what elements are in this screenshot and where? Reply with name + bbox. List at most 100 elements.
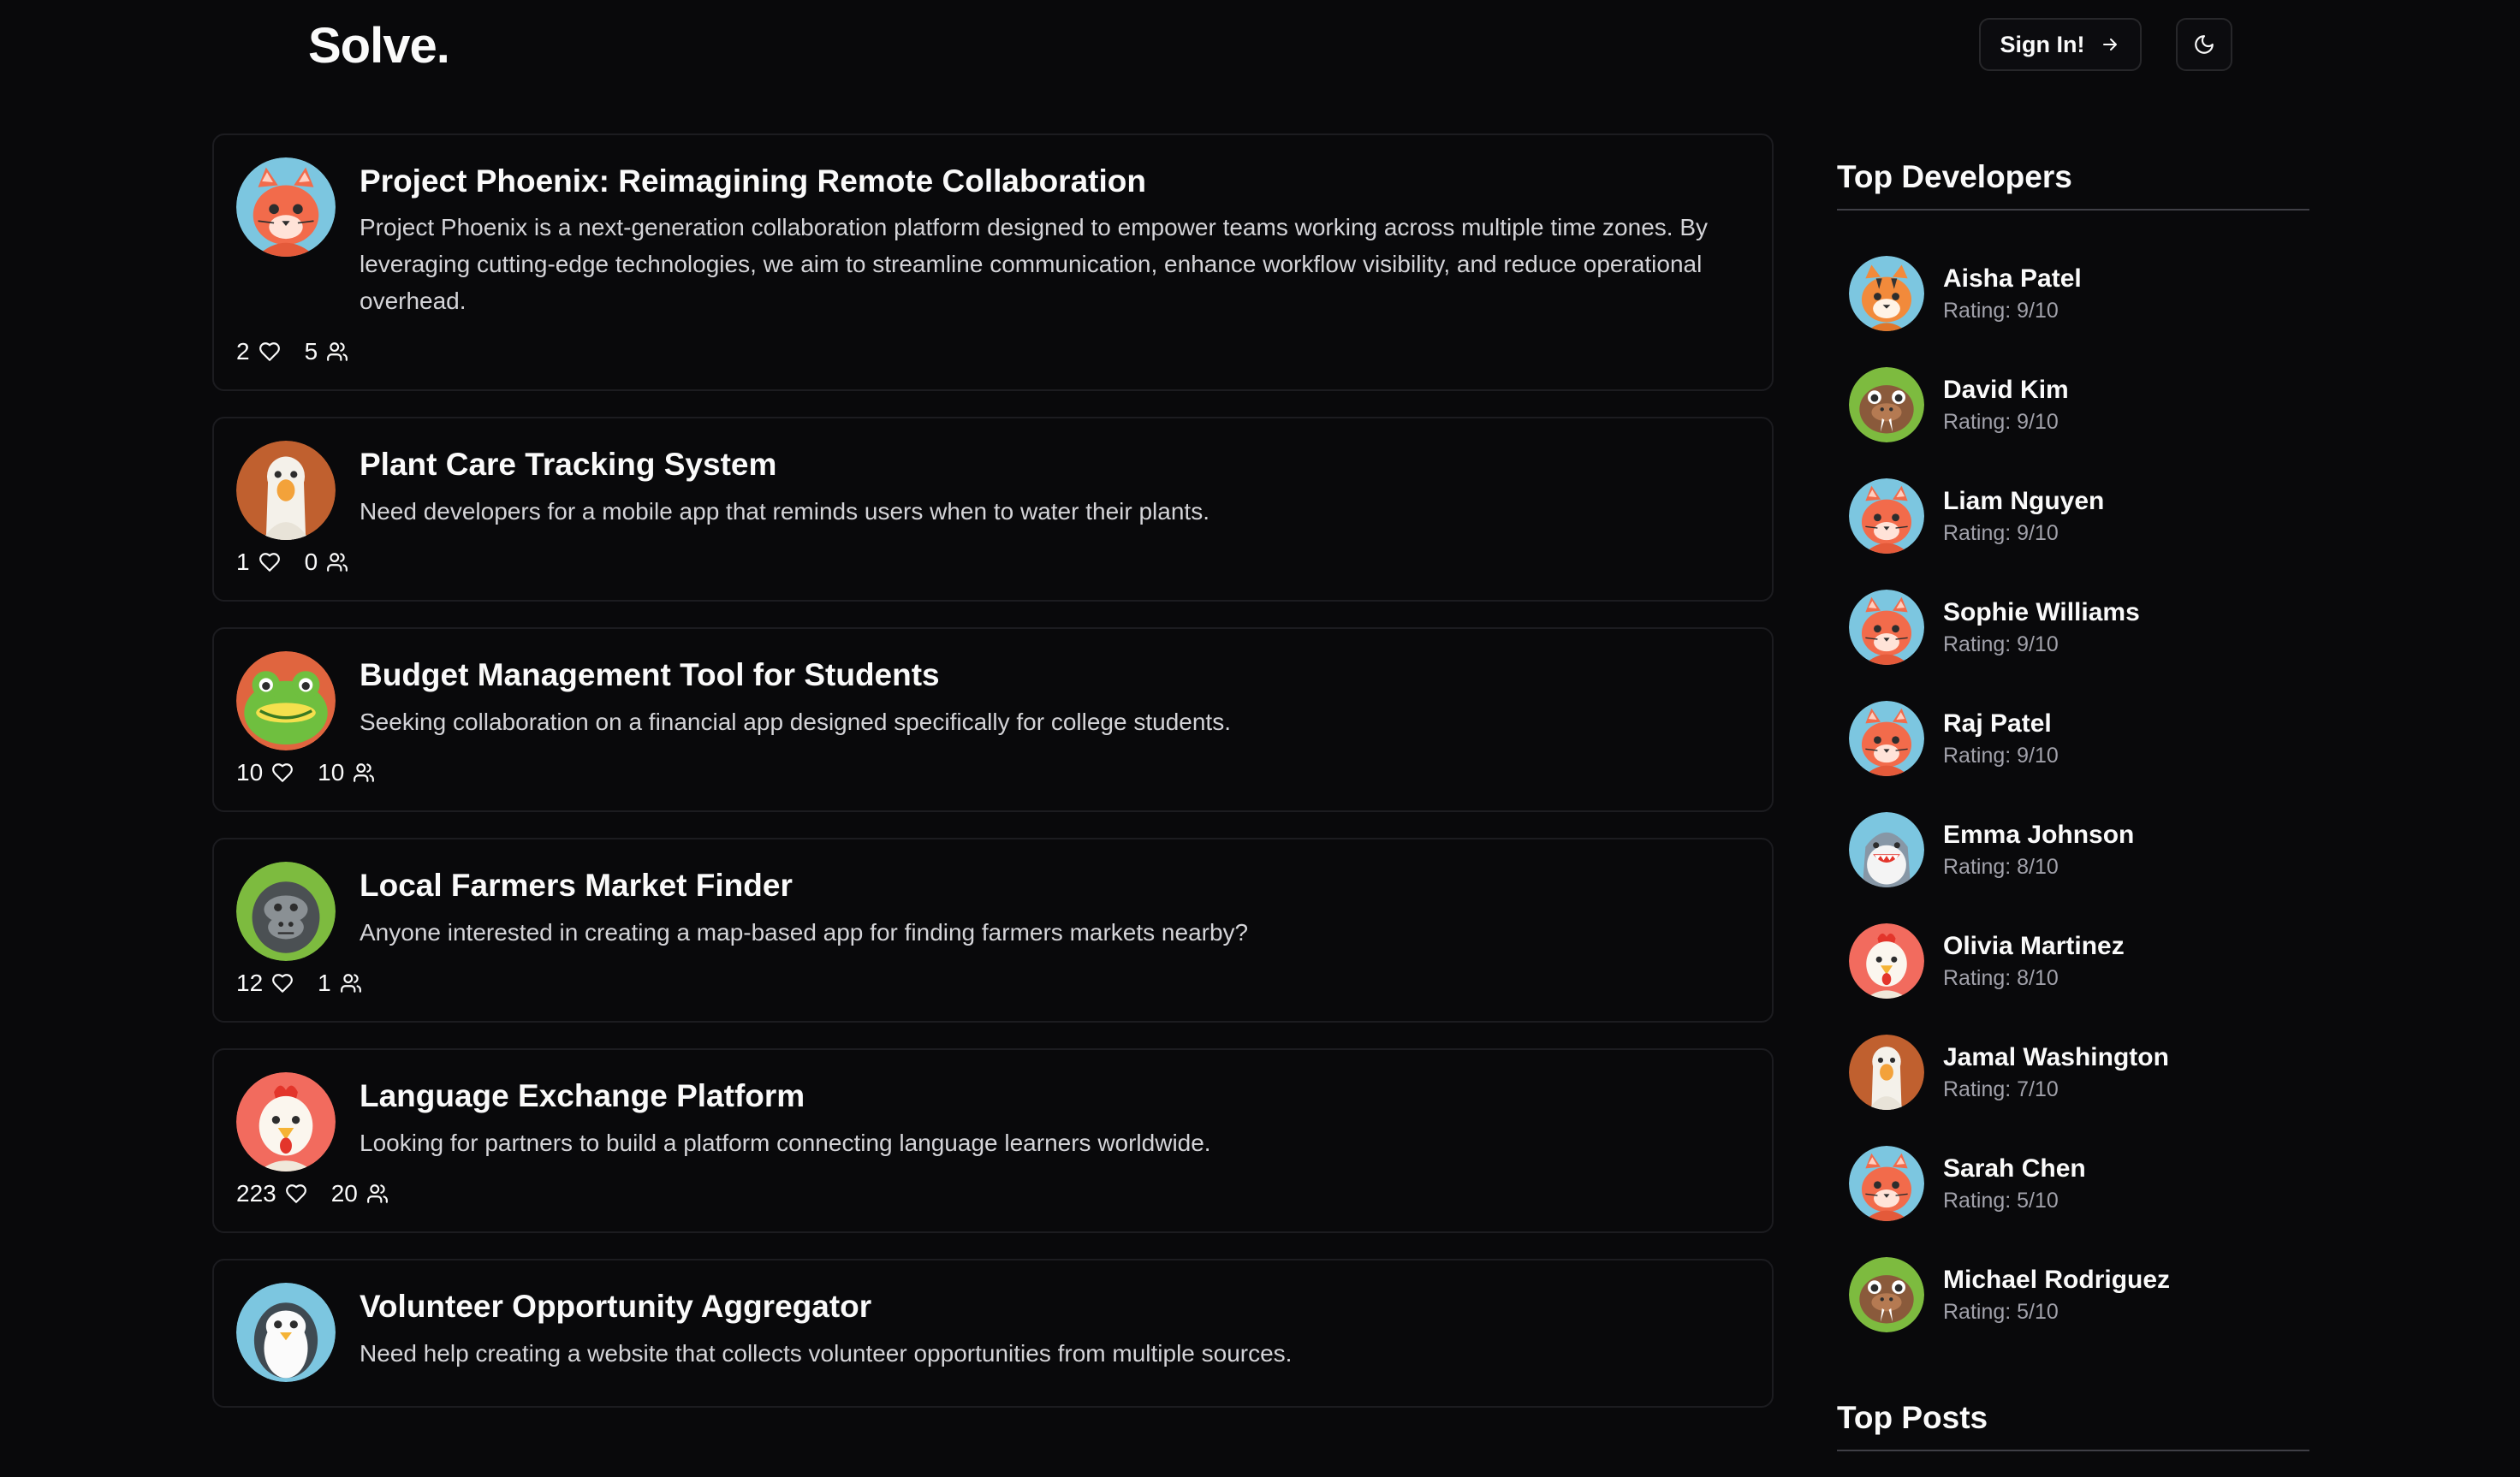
- developer-list: Aisha Patel Rating: 9/10 David Kim Ratin…: [1837, 238, 2309, 1350]
- cat-avatar-icon: [1849, 478, 1924, 554]
- member-count-value: 20: [330, 1180, 358, 1207]
- site-logo[interactable]: Solve.: [308, 17, 450, 74]
- moon-icon: [2195, 35, 2214, 54]
- post-title[interactable]: Volunteer Opportunity Aggregator: [360, 1288, 1750, 1326]
- developer-name: Jamal Washington: [1943, 1042, 2169, 1071]
- post-description: Looking for partners to build a platform…: [360, 1129, 1211, 1156]
- heart-icon: [271, 762, 294, 784]
- post-card[interactable]: Language Exchange Platform Looking for p…: [212, 1048, 1774, 1234]
- post-title[interactable]: Project Phoenix: Reimagining Remote Coll…: [360, 163, 1750, 200]
- developer-rating: Rating: 9/10: [1943, 743, 2059, 768]
- post-description: Project Phoenix is a next-generation col…: [360, 214, 1708, 315]
- developer-rating: Rating: 9/10: [1943, 520, 2059, 545]
- post-card[interactable]: Project Phoenix: Reimagining Remote Coll…: [212, 133, 1774, 392]
- member-count[interactable]: 1: [318, 970, 362, 997]
- post-title[interactable]: Plant Care Tracking System: [360, 446, 1750, 483]
- post-stats: 12 1: [236, 970, 1750, 997]
- users-icon: [326, 341, 348, 363]
- top-header: Solve. Sign In!: [0, 0, 2520, 94]
- post-description: Need developers for a mobile app that re…: [360, 497, 1209, 525]
- member-count-value: 10: [318, 759, 345, 786]
- shark-avatar-icon: [1849, 812, 1924, 887]
- member-count[interactable]: 10: [318, 759, 375, 786]
- post-stats: 2 5: [236, 338, 1750, 365]
- penguin-avatar-icon: [236, 1283, 336, 1382]
- tiger-avatar-icon: [1849, 256, 1924, 331]
- users-icon: [353, 762, 375, 784]
- post-title[interactable]: Local Farmers Market Finder: [360, 867, 1750, 905]
- post-description: Need help creating a website that collec…: [360, 1339, 1293, 1367]
- developer-item[interactable]: Sarah Chen Rating: 5/10: [1837, 1128, 2309, 1239]
- developer-rating: Rating: 8/10: [1943, 965, 2059, 990]
- developer-name: David Kim: [1943, 375, 2069, 404]
- users-icon: [340, 972, 362, 994]
- member-count-value: 1: [318, 970, 331, 997]
- member-count[interactable]: 5: [305, 338, 349, 365]
- developer-rating: Rating: 5/10: [1943, 1299, 2059, 1324]
- developer-name: Michael Rodriguez: [1943, 1265, 2171, 1294]
- users-icon: [326, 551, 348, 573]
- member-count[interactable]: 0: [305, 549, 349, 576]
- developer-name: Emma Johnson: [1943, 820, 2135, 849]
- post-title[interactable]: Language Exchange Platform: [360, 1077, 1750, 1115]
- developer-name: Sarah Chen: [1943, 1154, 2086, 1183]
- developer-name: Sophie Williams: [1943, 597, 2140, 626]
- post-card[interactable]: Plant Care Tracking System Need develope…: [212, 417, 1774, 602]
- developer-rating: Rating: 7/10: [1943, 1077, 2059, 1101]
- like-count-value: 223: [236, 1180, 276, 1207]
- developer-item[interactable]: Emma Johnson Rating: 8/10: [1837, 794, 2309, 905]
- like-count-value: 10: [236, 759, 264, 786]
- like-count[interactable]: 223: [236, 1180, 307, 1207]
- cat-avatar-icon: [1849, 590, 1924, 665]
- heart-icon: [259, 551, 281, 573]
- developer-name: Raj Patel: [1943, 709, 2052, 738]
- developer-rating: Rating: 9/10: [1943, 632, 2059, 656]
- like-count-value: 12: [236, 970, 264, 997]
- post-card[interactable]: Local Farmers Market Finder Anyone inter…: [212, 838, 1774, 1023]
- developer-item[interactable]: Raj Patel Rating: 9/10: [1837, 683, 2309, 794]
- post-feed: Project Phoenix: Reimagining Remote Coll…: [212, 133, 1774, 1433]
- like-count-value: 1: [236, 549, 250, 576]
- member-count[interactable]: 20: [331, 1180, 389, 1207]
- like-count[interactable]: 2: [236, 338, 281, 365]
- developer-item[interactable]: Aisha Patel Rating: 9/10: [1837, 238, 2309, 349]
- developer-rating: Rating: 5/10: [1943, 1188, 2059, 1213]
- users-icon: [366, 1183, 389, 1205]
- like-count[interactable]: 12: [236, 970, 294, 997]
- developer-name: Liam Nguyen: [1943, 486, 2105, 515]
- developer-rating: Rating: 9/10: [1943, 298, 2059, 323]
- cat-avatar-icon: [1849, 701, 1924, 776]
- walrus-avatar-icon: [1849, 367, 1924, 442]
- post-title[interactable]: Budget Management Tool for Students: [360, 656, 1750, 694]
- post-card[interactable]: Volunteer Opportunity Aggregator Need he…: [212, 1259, 1774, 1409]
- walrus-avatar-icon: [1849, 1257, 1924, 1332]
- developer-item[interactable]: Liam Nguyen Rating: 9/10: [1837, 460, 2309, 572]
- sign-in-button[interactable]: Sign In!: [1979, 18, 2142, 71]
- like-count[interactable]: 1: [236, 549, 281, 576]
- top-posts-heading: Top Posts: [1837, 1400, 2309, 1451]
- like-count-value: 2: [236, 338, 250, 365]
- sign-in-label: Sign In!: [2000, 31, 2085, 57]
- chicken-avatar-icon: [1849, 923, 1924, 999]
- developer-item[interactable]: David Kim Rating: 9/10: [1837, 349, 2309, 460]
- arrow-right-icon: [2103, 39, 2118, 50]
- cat-avatar-icon: [1849, 1146, 1924, 1221]
- post-description: Anyone interested in creating a map-base…: [360, 918, 1249, 946]
- right-sidebar: Top Developers Aisha Patel Rating: 9/10 …: [1837, 159, 2309, 1451]
- developer-item[interactable]: Olivia Martinez Rating: 8/10: [1837, 905, 2309, 1017]
- goose-avatar-icon: [236, 441, 336, 540]
- heart-icon: [259, 341, 281, 363]
- developer-name: Olivia Martinez: [1943, 931, 2125, 960]
- like-count[interactable]: 10: [236, 759, 294, 786]
- post-description: Seeking collaboration on a financial app…: [360, 708, 1231, 735]
- gorilla-avatar-icon: [236, 862, 336, 961]
- developer-name: Aisha Patel: [1943, 264, 2082, 293]
- theme-toggle-button[interactable]: [2176, 18, 2232, 71]
- goose-avatar-icon: [1849, 1035, 1924, 1110]
- developer-item[interactable]: Jamal Washington Rating: 7/10: [1837, 1017, 2309, 1128]
- developer-item[interactable]: Sophie Williams Rating: 9/10: [1837, 572, 2309, 683]
- developer-item[interactable]: Michael Rodriguez Rating: 5/10: [1837, 1239, 2309, 1350]
- member-count-value: 0: [304, 549, 318, 576]
- post-card[interactable]: Budget Management Tool for Students Seek…: [212, 627, 1774, 813]
- post-stats: 223 20: [236, 1180, 1750, 1207]
